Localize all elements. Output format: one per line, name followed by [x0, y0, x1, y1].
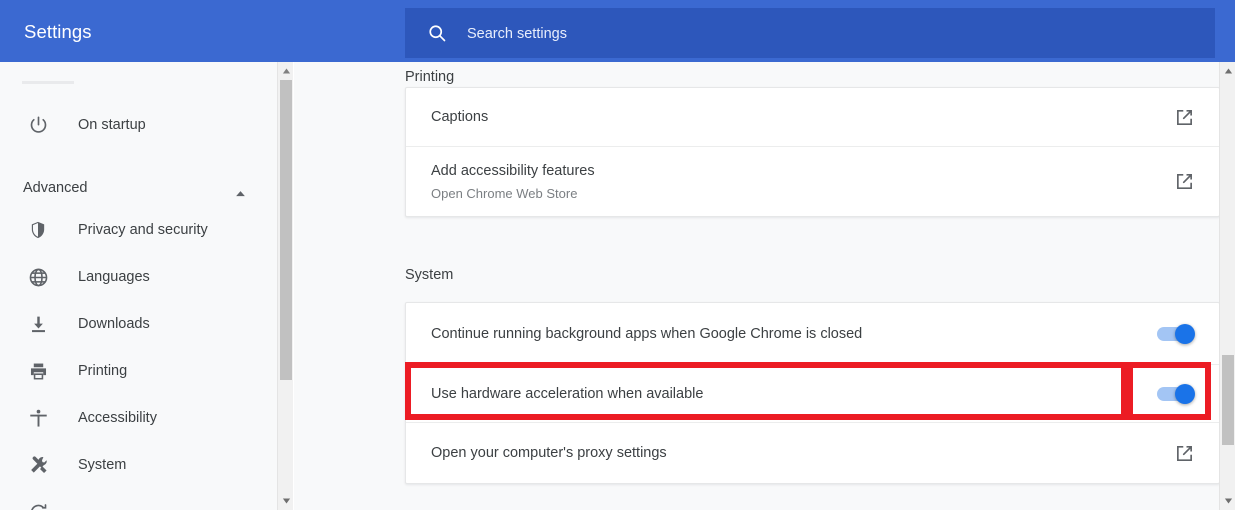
- download-icon: [27, 313, 49, 335]
- background-apps-toggle[interactable]: [1157, 323, 1195, 344]
- search-input[interactable]: [465, 8, 1205, 60]
- sidebar-item-label: Downloads: [78, 316, 150, 332]
- power-icon: [27, 114, 49, 136]
- printing-card: Captions Add accessibility features Open…: [405, 87, 1219, 217]
- sidebar-partial-item-top: [22, 81, 74, 84]
- row-add-accessibility-features[interactable]: Add accessibility features Open Chrome W…: [406, 146, 1219, 216]
- row-title: Captions: [431, 109, 489, 125]
- external-link-icon[interactable]: [1174, 171, 1195, 192]
- scroll-up-arrow-icon[interactable]: [278, 62, 294, 80]
- toggle-knob: [1175, 383, 1195, 404]
- row-subtitle: Open Chrome Web Store: [431, 185, 578, 201]
- content-scrollbar-thumb[interactable]: [1222, 355, 1234, 445]
- settings-content: Printing Captions Add accessibility feat…: [294, 62, 1219, 510]
- sidebar-item-accessibility[interactable]: Accessibility: [0, 395, 277, 442]
- section-heading-printing: Printing: [405, 69, 455, 85]
- system-card: Continue running background apps when Go…: [405, 302, 1219, 484]
- shield-icon: [27, 219, 49, 241]
- sidebar-scrollbar[interactable]: [277, 62, 293, 510]
- sidebar-item-languages[interactable]: Languages: [0, 254, 277, 301]
- page-title: Settings: [24, 21, 92, 42]
- scroll-up-arrow-icon[interactable]: [1220, 62, 1235, 80]
- sidebar-item-printing[interactable]: Printing: [0, 348, 277, 395]
- hardware-acceleration-toggle[interactable]: [1157, 383, 1195, 404]
- scroll-down-arrow-icon[interactable]: [278, 492, 294, 510]
- settings-window: Settings On startup: [0, 0, 1235, 510]
- row-title: Continue running background apps when Go…: [431, 325, 863, 342]
- sidebar-section-advanced[interactable]: Advanced: [0, 167, 277, 209]
- search-box[interactable]: [405, 8, 1215, 60]
- sidebar-partial-item-bottom[interactable]: [0, 489, 277, 510]
- sidebar-item-label: Printing: [78, 363, 128, 379]
- row-text: Captions: [431, 107, 1174, 127]
- chevron-up-icon: [235, 184, 246, 197]
- reset-icon: [27, 501, 49, 510]
- search-icon: [427, 23, 447, 43]
- row-title: Use hardware acceleration when available: [431, 385, 704, 402]
- row-text: Use hardware acceleration when available: [431, 384, 1157, 404]
- row-background-apps[interactable]: Continue running background apps when Go…: [406, 303, 1219, 364]
- sidebar-item-label: Languages: [78, 269, 150, 285]
- sidebar: On startup Advanced Privacy and security: [0, 62, 277, 510]
- sidebar-item-label: Privacy and security: [78, 222, 208, 238]
- content-scrollbar[interactable]: [1219, 62, 1235, 510]
- section-heading-system: System: [405, 267, 454, 283]
- sidebar-item-downloads[interactable]: Downloads: [0, 301, 277, 348]
- scroll-down-arrow-icon[interactable]: [1220, 492, 1235, 510]
- globe-icon: [27, 266, 49, 288]
- external-link-icon[interactable]: [1174, 443, 1195, 464]
- sidebar-item-label: System: [78, 457, 127, 473]
- sidebar-item-system[interactable]: System: [0, 442, 277, 489]
- wrench-icon: [27, 454, 49, 476]
- toggle-knob: [1175, 323, 1195, 344]
- row-title: Add accessibility features: [431, 162, 595, 179]
- row-text: Open your computer's proxy settings: [431, 443, 1174, 463]
- sidebar-item-on-startup[interactable]: On startup: [0, 102, 277, 149]
- app-header: Settings: [0, 0, 1235, 62]
- printer-icon: [27, 360, 49, 382]
- sidebar-item-label: Accessibility: [78, 410, 157, 426]
- row-captions[interactable]: Captions: [406, 88, 1219, 146]
- row-proxy-settings[interactable]: Open your computer's proxy settings: [406, 422, 1219, 483]
- sidebar-scrollbar-thumb[interactable]: [280, 80, 292, 380]
- sidebar-section-label: Advanced: [23, 180, 88, 196]
- row-text: Add accessibility features Open Chrome W…: [431, 161, 1174, 203]
- sidebar-item-label: On startup: [78, 117, 146, 133]
- accessibility-icon: [27, 407, 49, 429]
- row-hardware-acceleration[interactable]: Use hardware acceleration when available: [406, 364, 1219, 422]
- sidebar-item-privacy-and-security[interactable]: Privacy and security: [0, 207, 277, 254]
- row-title: Open your computer's proxy settings: [431, 445, 667, 461]
- row-text: Continue running background apps when Go…: [431, 324, 1157, 344]
- external-link-icon[interactable]: [1174, 107, 1195, 128]
